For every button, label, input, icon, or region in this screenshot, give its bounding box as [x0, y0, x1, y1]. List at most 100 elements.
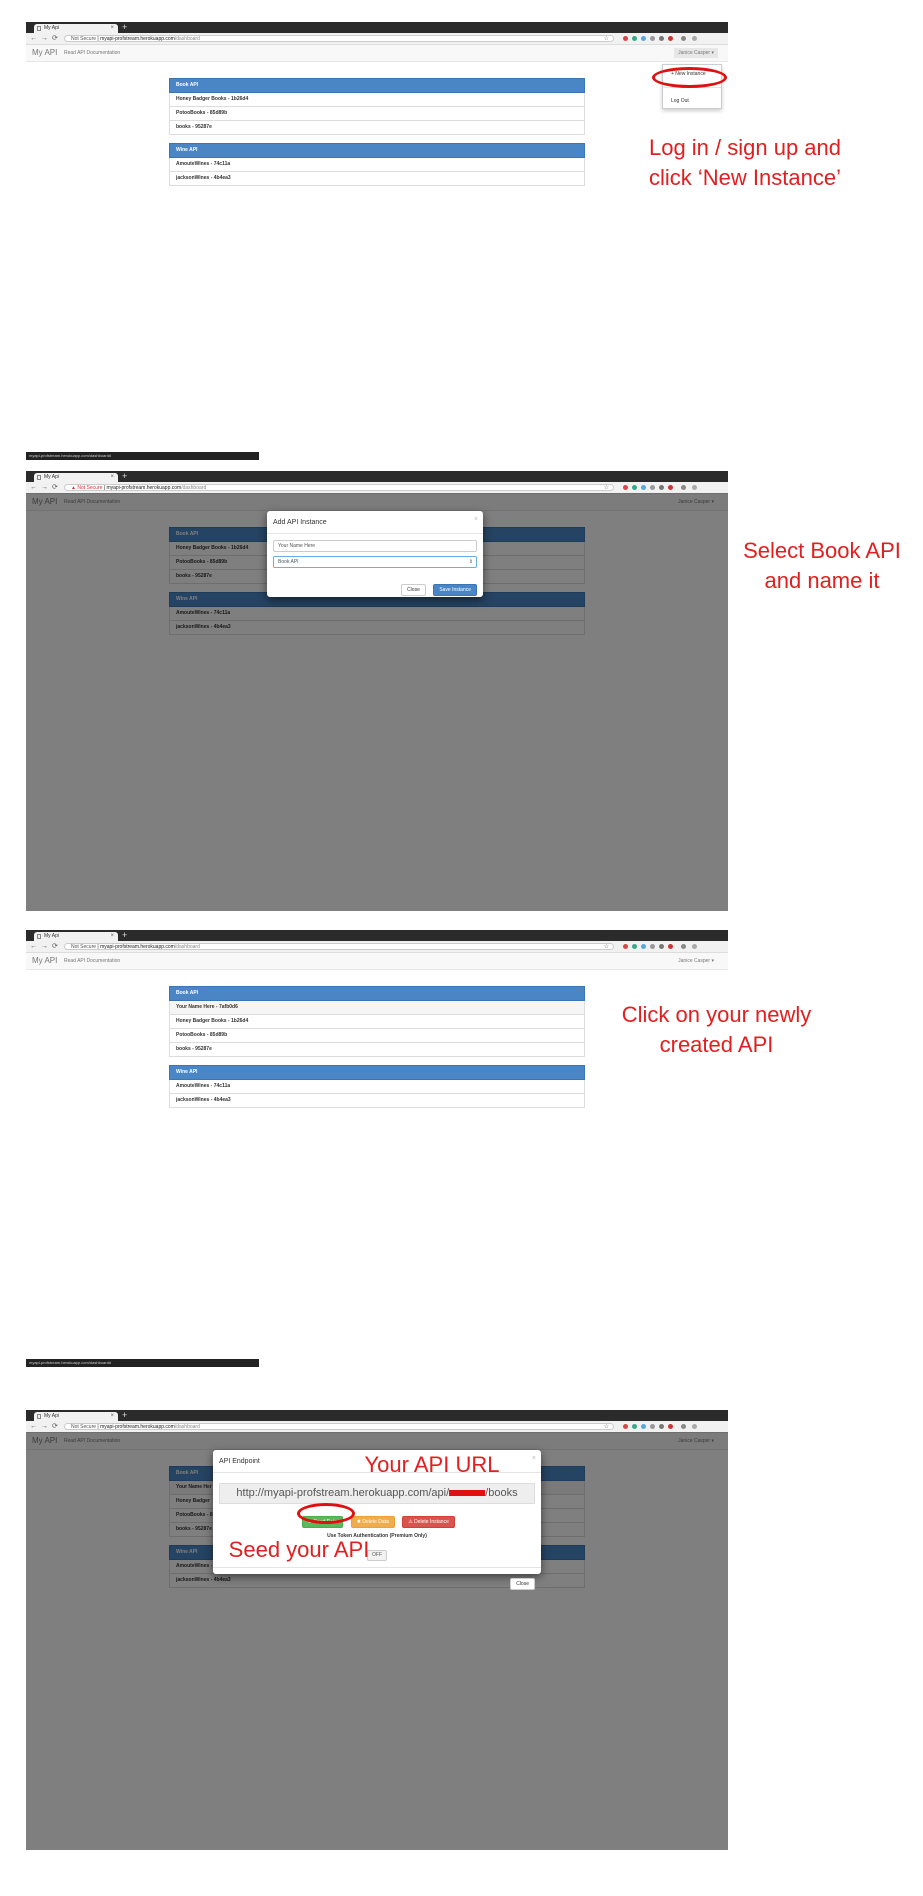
api-url-field[interactable]: http://myapi-profstream.herokuapp.com/ap…: [219, 1483, 535, 1504]
list-item[interactable]: books - 95287e: [169, 121, 585, 135]
extension-icon[interactable]: [681, 1424, 686, 1429]
extension-icon[interactable]: [650, 1424, 655, 1429]
tab-title: My Api: [44, 1413, 60, 1419]
menu-icon[interactable]: [692, 944, 697, 949]
extension-icon[interactable]: [641, 1424, 646, 1429]
extension-icon[interactable]: [632, 485, 637, 490]
close-tab-icon[interactable]: ×: [110, 24, 114, 33]
modal-title: Add API Instance: [267, 511, 483, 534]
delete-data-button[interactable]: ✖ Delete Data: [350, 1516, 395, 1528]
list-item[interactable]: books - 95287e: [169, 1043, 585, 1057]
close-icon[interactable]: ×: [474, 516, 478, 523]
extension-icon[interactable]: [681, 36, 686, 41]
browser-tab[interactable]: My Api ×: [34, 24, 118, 33]
list-item[interactable]: jacksonWines - 4b4ea3: [169, 1094, 585, 1108]
extension-icon[interactable]: [623, 1424, 628, 1429]
tab-title: My Api: [44, 933, 60, 939]
extension-icon[interactable]: [623, 36, 628, 41]
browser-tab-strip: My Api × +: [26, 1410, 728, 1421]
page-icon: [37, 1414, 41, 1419]
status-bar: myapi-profstream.herokuapp.com/dashboard…: [26, 1359, 259, 1367]
list-item[interactable]: Honey Badger Books - 1b26d4: [169, 1015, 585, 1029]
extension-icon[interactable]: [623, 485, 628, 490]
bookmark-star-icon[interactable]: ☆: [604, 36, 609, 43]
instance-name-input[interactable]: Your Name Here: [273, 540, 477, 552]
extension-icon[interactable]: [650, 36, 655, 41]
close-tab-icon[interactable]: ×: [110, 473, 114, 482]
extension-icon[interactable]: [668, 1424, 673, 1429]
extension-icon[interactable]: [632, 36, 637, 41]
url-host: myapi-profstream.herokuapp.com: [106, 485, 182, 491]
list-item[interactable]: AmouteWines - 74c11a: [169, 158, 585, 172]
extension-icon[interactable]: [681, 944, 686, 949]
extension-icon[interactable]: [623, 944, 628, 949]
extension-icon[interactable]: [632, 944, 637, 949]
extension-icon[interactable]: [650, 485, 655, 490]
close-tab-icon[interactable]: ×: [110, 932, 114, 941]
page-icon: [37, 475, 41, 480]
address-bar[interactable]: Not Secure | myapi-profstream.herokuapp.…: [64, 35, 614, 42]
api-type-select[interactable]: Book API ⇕: [273, 556, 477, 568]
extension-icon[interactable]: [650, 944, 655, 949]
extension-icon[interactable]: [641, 485, 646, 490]
extension-icon[interactable]: [668, 485, 673, 490]
close-button[interactable]: Close: [401, 584, 426, 596]
log-out-item[interactable]: Log Out: [663, 96, 721, 106]
user-menu[interactable]: Janice Casper ▾: [674, 956, 718, 966]
close-tab-icon[interactable]: ×: [110, 1412, 114, 1421]
extension-icon[interactable]: [641, 944, 646, 949]
extension-icon[interactable]: [659, 36, 664, 41]
docs-link[interactable]: Read API Documentation: [64, 45, 120, 61]
new-tab-button[interactable]: +: [122, 471, 127, 482]
new-tab-button[interactable]: +: [122, 22, 127, 33]
extension-icon[interactable]: [632, 1424, 637, 1429]
list-item[interactable]: AmouteWines - 74c11a: [169, 1080, 585, 1094]
nav-arrows-icon[interactable]: ←→⟳: [30, 482, 62, 493]
address-bar[interactable]: Not Secure | myapi-profstream.herokuapp.…: [64, 1423, 614, 1430]
new-tab-button[interactable]: +: [122, 930, 127, 941]
menu-icon[interactable]: [692, 485, 697, 490]
delete-instance-button[interactable]: ⚠ Delete Instance: [402, 1516, 455, 1528]
extension-icon[interactable]: [659, 1424, 664, 1429]
list-item[interactable]: PotooBooks - 85d89b: [169, 107, 585, 121]
extension-icon[interactable]: [659, 944, 664, 949]
save-instance-button[interactable]: Save Instance: [433, 584, 477, 596]
brand[interactable]: My API: [32, 45, 57, 61]
brand[interactable]: My API: [32, 953, 57, 969]
extension-icon[interactable]: [668, 36, 673, 41]
browser-tab[interactable]: My Api ×: [34, 473, 118, 482]
address-bar[interactable]: ▲ Not Secure | myapi-profstream.herokuap…: [64, 484, 614, 491]
close-icon[interactable]: ×: [532, 1455, 536, 1462]
close-button[interactable]: Close: [510, 1578, 535, 1590]
menu-icon[interactable]: [692, 36, 697, 41]
annotation-seed: Seed your API: [228, 1537, 370, 1562]
address-bar[interactable]: Not Secure | myapi-profstream.herokuapp.…: [64, 943, 614, 950]
url-path: /dashboard: [181, 485, 207, 491]
list-item[interactable]: PotooBooks - 85d89b: [169, 1029, 585, 1043]
bookmark-star-icon[interactable]: ☆: [604, 1424, 609, 1431]
book-api-header: Book API: [169, 986, 585, 1001]
nav-arrows-icon[interactable]: ←→⟳: [30, 33, 62, 44]
extension-icon[interactable]: [668, 944, 673, 949]
browser-tab[interactable]: My Api ×: [34, 1412, 118, 1421]
nav-arrows-icon[interactable]: ←→⟳: [30, 941, 62, 952]
list-item[interactable]: Honey Badger Books - 1b26d4: [169, 93, 585, 107]
url-path: /dashboard: [174, 944, 200, 950]
extension-icon[interactable]: [681, 485, 686, 490]
extension-icon[interactable]: [659, 485, 664, 490]
extension-icon[interactable]: [641, 36, 646, 41]
nav-arrows-icon[interactable]: ←→⟳: [30, 1421, 62, 1432]
user-menu[interactable]: Janice Casper ▾: [674, 48, 718, 58]
new-tab-button[interactable]: +: [122, 1410, 127, 1421]
tab-title: My Api: [44, 25, 60, 31]
new-instance-row[interactable]: Your Name Here - 7afb0d6: [169, 1001, 585, 1015]
menu-icon[interactable]: [692, 1424, 697, 1429]
page-icon: [37, 934, 41, 939]
select-arrows-icon: ⇕: [468, 559, 473, 565]
bookmark-star-icon[interactable]: ☆: [604, 944, 609, 951]
docs-link[interactable]: Read API Documentation: [64, 953, 120, 969]
bookmark-star-icon[interactable]: ☆: [604, 485, 609, 492]
browser-tab[interactable]: My Api ×: [34, 932, 118, 941]
book-api-header: Book API: [169, 78, 585, 93]
list-item[interactable]: jacksonWines - 4b4ea3: [169, 172, 585, 186]
